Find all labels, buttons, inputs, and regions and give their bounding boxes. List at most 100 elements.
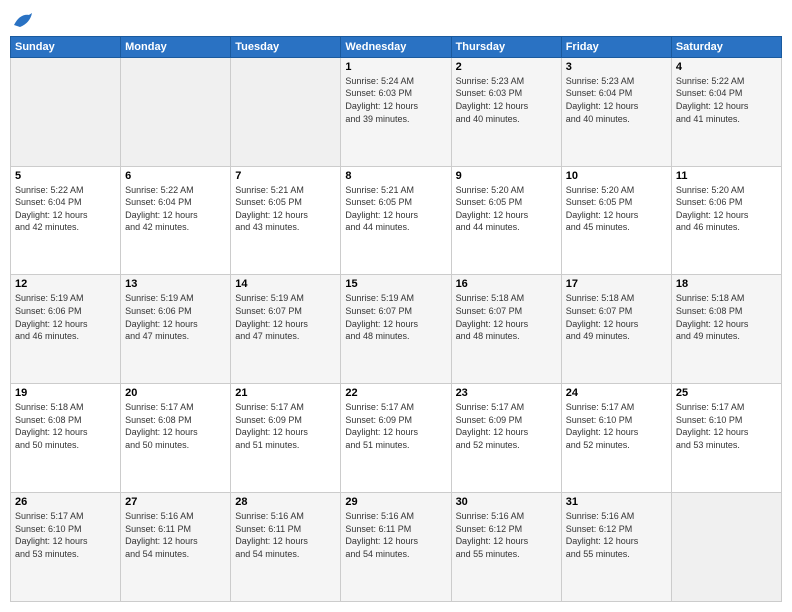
calendar-cell: 19 Sunrise: 5:18 AM Sunset: 6:08 PM Dayli… [11, 384, 121, 493]
day-detail: Sunrise: 5:16 AM Sunset: 6:12 PM Dayligh… [456, 510, 557, 560]
day-number: 28 [235, 496, 336, 508]
day-number: 24 [566, 387, 667, 399]
day-number: 12 [15, 278, 116, 290]
calendar-cell: 7 Sunrise: 5:21 AM Sunset: 6:05 PM Daylig… [231, 166, 341, 275]
day-number: 29 [345, 496, 446, 508]
calendar-cell: 25 Sunrise: 5:17 AM Sunset: 6:10 PM Dayli… [671, 384, 781, 493]
col-header-saturday: Saturday [671, 36, 781, 57]
day-detail: Sunrise: 5:16 AM Sunset: 6:12 PM Dayligh… [566, 510, 667, 560]
calendar-cell [671, 493, 781, 602]
day-detail: Sunrise: 5:16 AM Sunset: 6:11 PM Dayligh… [125, 510, 226, 560]
calendar-week-4: 19 Sunrise: 5:18 AM Sunset: 6:08 PM Dayli… [11, 384, 782, 493]
day-number: 21 [235, 387, 336, 399]
day-detail: Sunrise: 5:19 AM Sunset: 6:07 PM Dayligh… [345, 292, 446, 342]
calendar-cell: 8 Sunrise: 5:21 AM Sunset: 6:05 PM Daylig… [341, 166, 451, 275]
day-detail: Sunrise: 5:20 AM Sunset: 6:06 PM Dayligh… [676, 184, 777, 234]
calendar-cell: 9Sunrise: 5:20 AM Sunset: 6:05 PM Daylig… [451, 166, 561, 275]
day-detail: Sunrise: 5:24 AM Sunset: 6:03 PM Dayligh… [345, 75, 446, 125]
day-number: 15 [345, 278, 446, 290]
day-detail: Sunrise: 5:18 AM Sunset: 6:08 PM Dayligh… [15, 401, 116, 451]
logo [10, 10, 34, 30]
col-header-wednesday: Wednesday [341, 36, 451, 57]
calendar-cell: 21 Sunrise: 5:17 AM Sunset: 6:09 PM Dayli… [231, 384, 341, 493]
calendar-table: SundayMondayTuesdayWednesdayThursdayFrid… [10, 36, 782, 602]
calendar-cell: 13Sunrise: 5:19 AM Sunset: 6:06 PM Dayli… [121, 275, 231, 384]
day-detail: Sunrise: 5:20 AM Sunset: 6:05 PM Dayligh… [456, 184, 557, 234]
calendar-cell: 3 Sunrise: 5:23 AM Sunset: 6:04 PM Daylig… [561, 57, 671, 166]
day-detail: Sunrise: 5:22 AM Sunset: 6:04 PM Dayligh… [676, 75, 777, 125]
day-detail: Sunrise: 5:17 AM Sunset: 6:09 PM Dayligh… [235, 401, 336, 451]
day-detail: Sunrise: 5:23 AM Sunset: 6:04 PM Dayligh… [566, 75, 667, 125]
day-detail: Sunrise: 5:23 AM Sunset: 6:03 PM Dayligh… [456, 75, 557, 125]
day-detail: Sunrise: 5:17 AM Sunset: 6:10 PM Dayligh… [566, 401, 667, 451]
day-number: 14 [235, 278, 336, 290]
day-number: 1 [345, 61, 446, 73]
day-number: 31 [566, 496, 667, 508]
calendar-cell: 27 Sunrise: 5:16 AM Sunset: 6:11 PM Dayli… [121, 493, 231, 602]
day-number: 23 [456, 387, 557, 399]
day-number: 16 [456, 278, 557, 290]
day-detail: Sunrise: 5:19 AM Sunset: 6:06 PM Dayligh… [15, 292, 116, 342]
day-number: 6 [125, 170, 226, 182]
day-number: 17 [566, 278, 667, 290]
calendar-cell: 6Sunrise: 5:22 AM Sunset: 6:04 PM Daylig… [121, 166, 231, 275]
col-header-friday: Friday [561, 36, 671, 57]
calendar-cell: 5 Sunrise: 5:22 AM Sunset: 6:04 PM Daylig… [11, 166, 121, 275]
calendar-cell: 15 Sunrise: 5:19 AM Sunset: 6:07 PM Dayli… [341, 275, 451, 384]
calendar-cell: 20 Sunrise: 5:17 AM Sunset: 6:08 PM Dayli… [121, 384, 231, 493]
day-detail: Sunrise: 5:19 AM Sunset: 6:07 PM Dayligh… [235, 292, 336, 342]
calendar-cell: 16 Sunrise: 5:18 AM Sunset: 6:07 PM Dayli… [451, 275, 561, 384]
calendar-cell: 10Sunrise: 5:20 AM Sunset: 6:05 PM Dayli… [561, 166, 671, 275]
calendar-cell: 30Sunrise: 5:16 AM Sunset: 6:12 PM Dayli… [451, 493, 561, 602]
day-number: 2 [456, 61, 557, 73]
calendar-cell: 29 Sunrise: 5:16 AM Sunset: 6:11 PM Dayli… [341, 493, 451, 602]
logo-bird-icon [12, 11, 34, 29]
day-detail: Sunrise: 5:17 AM Sunset: 6:09 PM Dayligh… [345, 401, 446, 451]
calendar-cell: 12 Sunrise: 5:19 AM Sunset: 6:06 PM Dayli… [11, 275, 121, 384]
day-detail: Sunrise: 5:18 AM Sunset: 6:08 PM Dayligh… [676, 292, 777, 342]
calendar-cell: 31 Sunrise: 5:16 AM Sunset: 6:12 PM Dayli… [561, 493, 671, 602]
calendar-cell: 2 Sunrise: 5:23 AM Sunset: 6:03 PM Daylig… [451, 57, 561, 166]
calendar-cell [231, 57, 341, 166]
day-number: 8 [345, 170, 446, 182]
calendar-header-row: SundayMondayTuesdayWednesdayThursdayFrid… [11, 36, 782, 57]
day-number: 22 [345, 387, 446, 399]
page: SundayMondayTuesdayWednesdayThursdayFrid… [0, 0, 792, 612]
day-detail: Sunrise: 5:17 AM Sunset: 6:10 PM Dayligh… [15, 510, 116, 560]
day-number: 4 [676, 61, 777, 73]
calendar-cell: 26 Sunrise: 5:17 AM Sunset: 6:10 PM Dayli… [11, 493, 121, 602]
day-detail: Sunrise: 5:22 AM Sunset: 6:04 PM Dayligh… [15, 184, 116, 234]
calendar-week-3: 12 Sunrise: 5:19 AM Sunset: 6:06 PM Dayli… [11, 275, 782, 384]
col-header-tuesday: Tuesday [231, 36, 341, 57]
day-number: 18 [676, 278, 777, 290]
day-detail: Sunrise: 5:16 AM Sunset: 6:11 PM Dayligh… [235, 510, 336, 560]
calendar-cell: 1 Sunrise: 5:24 AM Sunset: 6:03 PM Daylig… [341, 57, 451, 166]
day-detail: Sunrise: 5:16 AM Sunset: 6:11 PM Dayligh… [345, 510, 446, 560]
day-number: 26 [15, 496, 116, 508]
calendar-week-1: 1 Sunrise: 5:24 AM Sunset: 6:03 PM Daylig… [11, 57, 782, 166]
day-number: 19 [15, 387, 116, 399]
day-detail: Sunrise: 5:17 AM Sunset: 6:08 PM Dayligh… [125, 401, 226, 451]
day-detail: Sunrise: 5:21 AM Sunset: 6:05 PM Dayligh… [235, 184, 336, 234]
day-number: 11 [676, 170, 777, 182]
day-number: 13 [125, 278, 226, 290]
day-number: 25 [676, 387, 777, 399]
calendar-cell: 11 Sunrise: 5:20 AM Sunset: 6:06 PM Dayli… [671, 166, 781, 275]
day-number: 27 [125, 496, 226, 508]
day-number: 10 [566, 170, 667, 182]
calendar-week-2: 5 Sunrise: 5:22 AM Sunset: 6:04 PM Daylig… [11, 166, 782, 275]
day-number: 5 [15, 170, 116, 182]
calendar-cell: 28 Sunrise: 5:16 AM Sunset: 6:11 PM Dayli… [231, 493, 341, 602]
col-header-thursday: Thursday [451, 36, 561, 57]
logo-text [10, 10, 34, 30]
day-detail: Sunrise: 5:21 AM Sunset: 6:05 PM Dayligh… [345, 184, 446, 234]
day-number: 3 [566, 61, 667, 73]
col-header-sunday: Sunday [11, 36, 121, 57]
calendar-cell [121, 57, 231, 166]
day-number: 20 [125, 387, 226, 399]
calendar-cell: 24 Sunrise: 5:17 AM Sunset: 6:10 PM Dayli… [561, 384, 671, 493]
day-number: 7 [235, 170, 336, 182]
day-detail: Sunrise: 5:17 AM Sunset: 6:10 PM Dayligh… [676, 401, 777, 451]
day-detail: Sunrise: 5:18 AM Sunset: 6:07 PM Dayligh… [456, 292, 557, 342]
calendar-cell: 14 Sunrise: 5:19 AM Sunset: 6:07 PM Dayli… [231, 275, 341, 384]
